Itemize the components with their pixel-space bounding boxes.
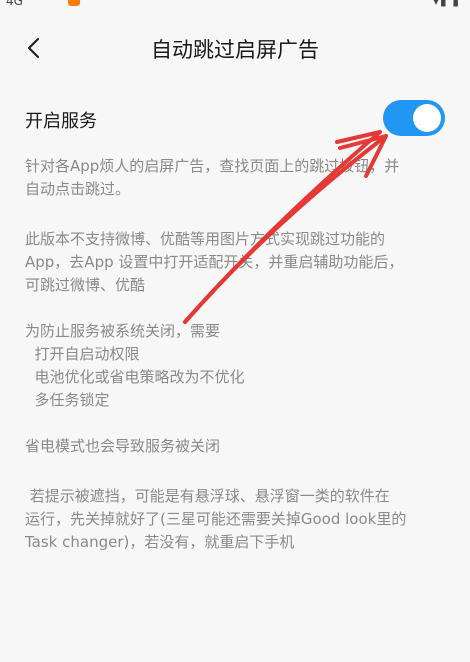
notification-badge-icon (68, 0, 80, 6)
description-paragraph-1: 针对各App烦人的启屏广告，查找页面上的跳过按钮，并 自动点击跳过。 (25, 157, 400, 198)
page-title: 自动跳过启屏广告 (151, 38, 319, 62)
status-icons: ▾▮ ▮ (432, 0, 460, 8)
service-row: 开启服务 (25, 98, 445, 142)
description-paragraph-3: 为防止服务被系统关闭，需要 打开自启动权限 电池优化或省电策略改为不优化 多任务… (25, 322, 245, 409)
service-toggle[interactable] (383, 100, 445, 136)
status-bar: 4G ▾▮ ▮ (0, 0, 470, 10)
description-paragraph-4: 省电模式也会导致服务被关闭 (25, 437, 221, 455)
description-paragraph-5: 若提示被遮挡，可能是有悬浮球、悬浮窗一类的软件在 运行，先关掉就好了(三星可能还… (25, 487, 407, 551)
description-paragraph-2: 此版本不支持微博、优酷等用图片方式实现跳过功能的 App，去App 设置中打开适… (25, 230, 404, 294)
service-label: 开启服务 (25, 111, 97, 132)
header: 自动跳过启屏广告 (0, 20, 470, 74)
toggle-knob (413, 104, 441, 132)
signal-indicator: 4G (6, 0, 23, 8)
